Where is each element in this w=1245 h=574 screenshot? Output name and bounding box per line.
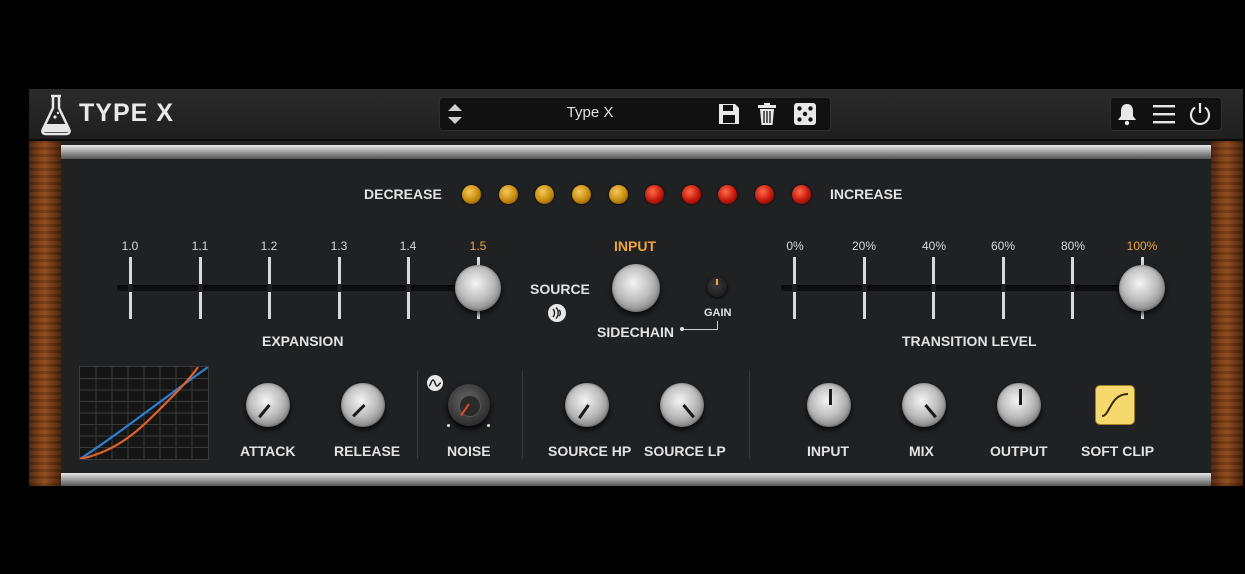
top-rail (61, 145, 1211, 159)
soft-clip-toggle[interactable] (1096, 386, 1134, 424)
meter-led (645, 185, 664, 204)
transition-tick-label: 0% (786, 239, 804, 253)
source-lp-knob[interactable] (660, 383, 704, 427)
release-label: RELEASE (334, 443, 401, 459)
noise-knob[interactable] (448, 384, 490, 426)
expansion-tick-label: 1.0 (121, 239, 139, 253)
meter-led (755, 185, 774, 204)
input-label: INPUT (807, 443, 849, 459)
expansion-tick-label: 1.1 (191, 239, 209, 253)
transition-slider-handle[interactable] (1119, 265, 1165, 311)
transfer-curve-display (79, 366, 209, 461)
preset-arrows-icon[interactable] (444, 99, 466, 129)
section-divider (522, 371, 523, 459)
mix-label: MIX (909, 443, 934, 459)
meter-led (499, 185, 518, 204)
preset-bar: Type X (439, 97, 831, 131)
expansion-tick-label-selected: 1.5 (469, 239, 487, 253)
transition-slider-track[interactable] (781, 285, 1146, 291)
output-label: OUTPUT (990, 443, 1048, 459)
bell-icon[interactable] (1115, 102, 1139, 126)
transition-level-label: TRANSITION LEVEL (902, 333, 1037, 349)
sidechain-link-line (717, 321, 718, 330)
transition-tick-label: 60% (990, 239, 1016, 253)
section-divider (749, 371, 750, 459)
transition-tick-label: 40% (921, 239, 947, 253)
expansion-slider-track[interactable] (117, 285, 482, 291)
attack-label: ATTACK (240, 443, 296, 459)
expansion-tick-label: 1.2 (260, 239, 278, 253)
flask-icon (41, 94, 71, 136)
sidechain-label: SIDECHAIN (597, 324, 675, 340)
global-controls (1110, 97, 1222, 131)
mix-knob[interactable] (902, 383, 946, 427)
transition-tick-mark (862, 257, 867, 319)
expansion-tick-mark (128, 257, 133, 319)
transition-tick-label: 80% (1060, 239, 1086, 253)
plugin-window: TYPE X Type X DECREASE INCREASE 1.0 1.1 … (29, 89, 1243, 486)
source-label: SOURCE (530, 281, 590, 297)
transition-tick-label: 20% (851, 239, 877, 253)
output-knob[interactable] (997, 383, 1041, 427)
source-hp-label: SOURCE HP (548, 443, 632, 459)
meter-led (609, 185, 628, 204)
transition-tick-mark (1001, 257, 1006, 319)
release-knob[interactable] (341, 383, 385, 427)
menu-icon[interactable] (1152, 102, 1176, 126)
transition-tick-label-selected: 100% (1126, 239, 1158, 253)
source-lp-label: SOURCE LP (644, 443, 726, 459)
meter-led (572, 185, 591, 204)
trash-icon[interactable] (755, 102, 779, 126)
expansion-tick-mark (337, 257, 342, 319)
section-divider (417, 371, 418, 459)
main-panel (61, 141, 1211, 486)
dice-icon[interactable] (793, 102, 817, 126)
source-hp-knob[interactable] (565, 383, 609, 427)
soft-clip-curve-icon (1101, 393, 1129, 417)
transition-tick-mark (931, 257, 936, 319)
wood-side-right (1211, 141, 1243, 486)
input-source-label: INPUT (614, 238, 656, 254)
listen-icon[interactable] (547, 303, 567, 323)
meter-led (718, 185, 737, 204)
soft-clip-label: SOFT CLIP (1081, 443, 1155, 459)
power-icon[interactable] (1188, 102, 1212, 126)
wood-side-left (29, 141, 61, 486)
increase-label: INCREASE (830, 186, 903, 202)
expansion-label: EXPANSION (262, 333, 344, 349)
sidechain-link-dot (680, 327, 684, 331)
bottom-rail (61, 473, 1211, 486)
meter-led (682, 185, 701, 204)
top-bar: TYPE X Type X (29, 89, 1243, 140)
gain-label: GAIN (704, 307, 732, 319)
expansion-tick-mark (267, 257, 272, 319)
save-icon[interactable] (717, 102, 741, 126)
transition-tick-mark (1070, 257, 1075, 319)
expansion-slider-handle[interactable] (455, 265, 501, 311)
noise-range-dot (487, 424, 490, 427)
expansion-tick-label: 1.4 (399, 239, 417, 253)
meter-led (462, 185, 481, 204)
noise-range-dot (447, 424, 450, 427)
preset-name[interactable]: Type X (500, 104, 680, 121)
decrease-label: DECREASE (364, 186, 442, 202)
attack-knob[interactable] (246, 383, 290, 427)
input-knob[interactable] (807, 383, 851, 427)
gain-knob[interactable] (707, 277, 727, 297)
transition-tick-mark (792, 257, 797, 319)
noise-label: NOISE (447, 443, 491, 459)
input-source-knob[interactable] (612, 264, 660, 312)
noise-type-icon[interactable] (426, 374, 444, 392)
expansion-tick-label: 1.3 (330, 239, 348, 253)
meter-led (535, 185, 554, 204)
meter-led (792, 185, 811, 204)
expansion-tick-mark (198, 257, 203, 319)
plugin-title: TYPE X (79, 99, 174, 127)
sidechain-link-line (682, 329, 717, 330)
expansion-tick-mark (406, 257, 411, 319)
